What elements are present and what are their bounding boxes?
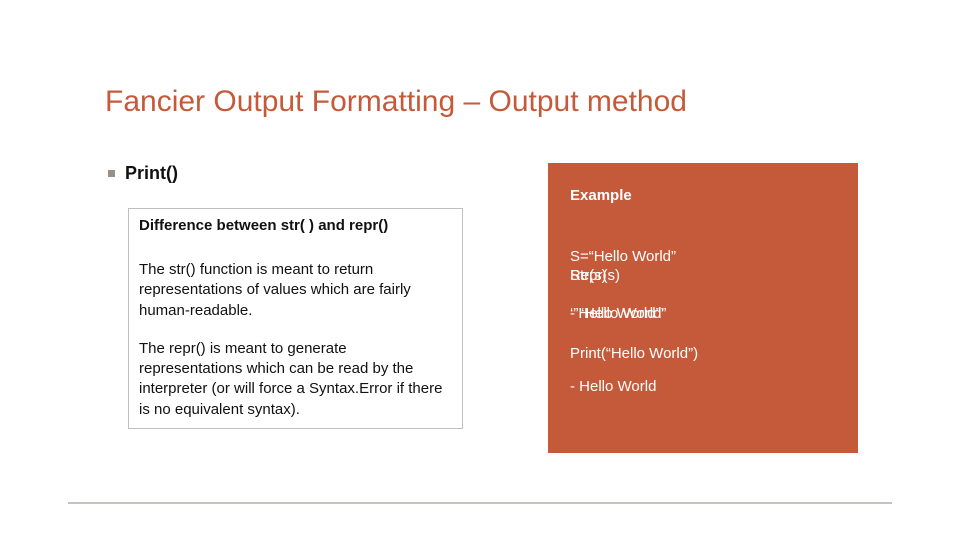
example-line-4: Print(“Hello World”)	[570, 345, 836, 362]
slide: Fancier Output Formatting – Output metho…	[0, 0, 960, 540]
example-stack-2b: ‘”Hello World”’	[570, 305, 664, 322]
example-panel: Example S=“Hello World” Repr(s) Str(s) -…	[548, 163, 858, 453]
description-para-1: The str() function is meant to return re…	[139, 260, 452, 321]
footer-divider	[68, 502, 892, 504]
example-heading: Example	[570, 187, 836, 204]
bullet-item: Print()	[108, 163, 178, 184]
example-line-1: S=“Hello World”	[570, 248, 836, 265]
bullet-square-icon	[108, 170, 115, 177]
bullet-label: Print()	[125, 163, 178, 184]
example-stack-1b: Str(s)	[570, 267, 607, 284]
description-subhead: Difference between str( ) and repr()	[139, 217, 452, 234]
example-line-5: - Hello World	[570, 378, 836, 395]
slide-title: Fancier Output Formatting – Output metho…	[105, 85, 687, 119]
description-box: Difference between str( ) and repr() The…	[128, 208, 463, 429]
description-para-2: The repr() is meant to generate represen…	[139, 339, 452, 420]
example-stack-2: - “Hello World” ‘”Hello World”’	[570, 305, 836, 327]
example-stack-1: Repr(s) Str(s)	[570, 267, 836, 287]
